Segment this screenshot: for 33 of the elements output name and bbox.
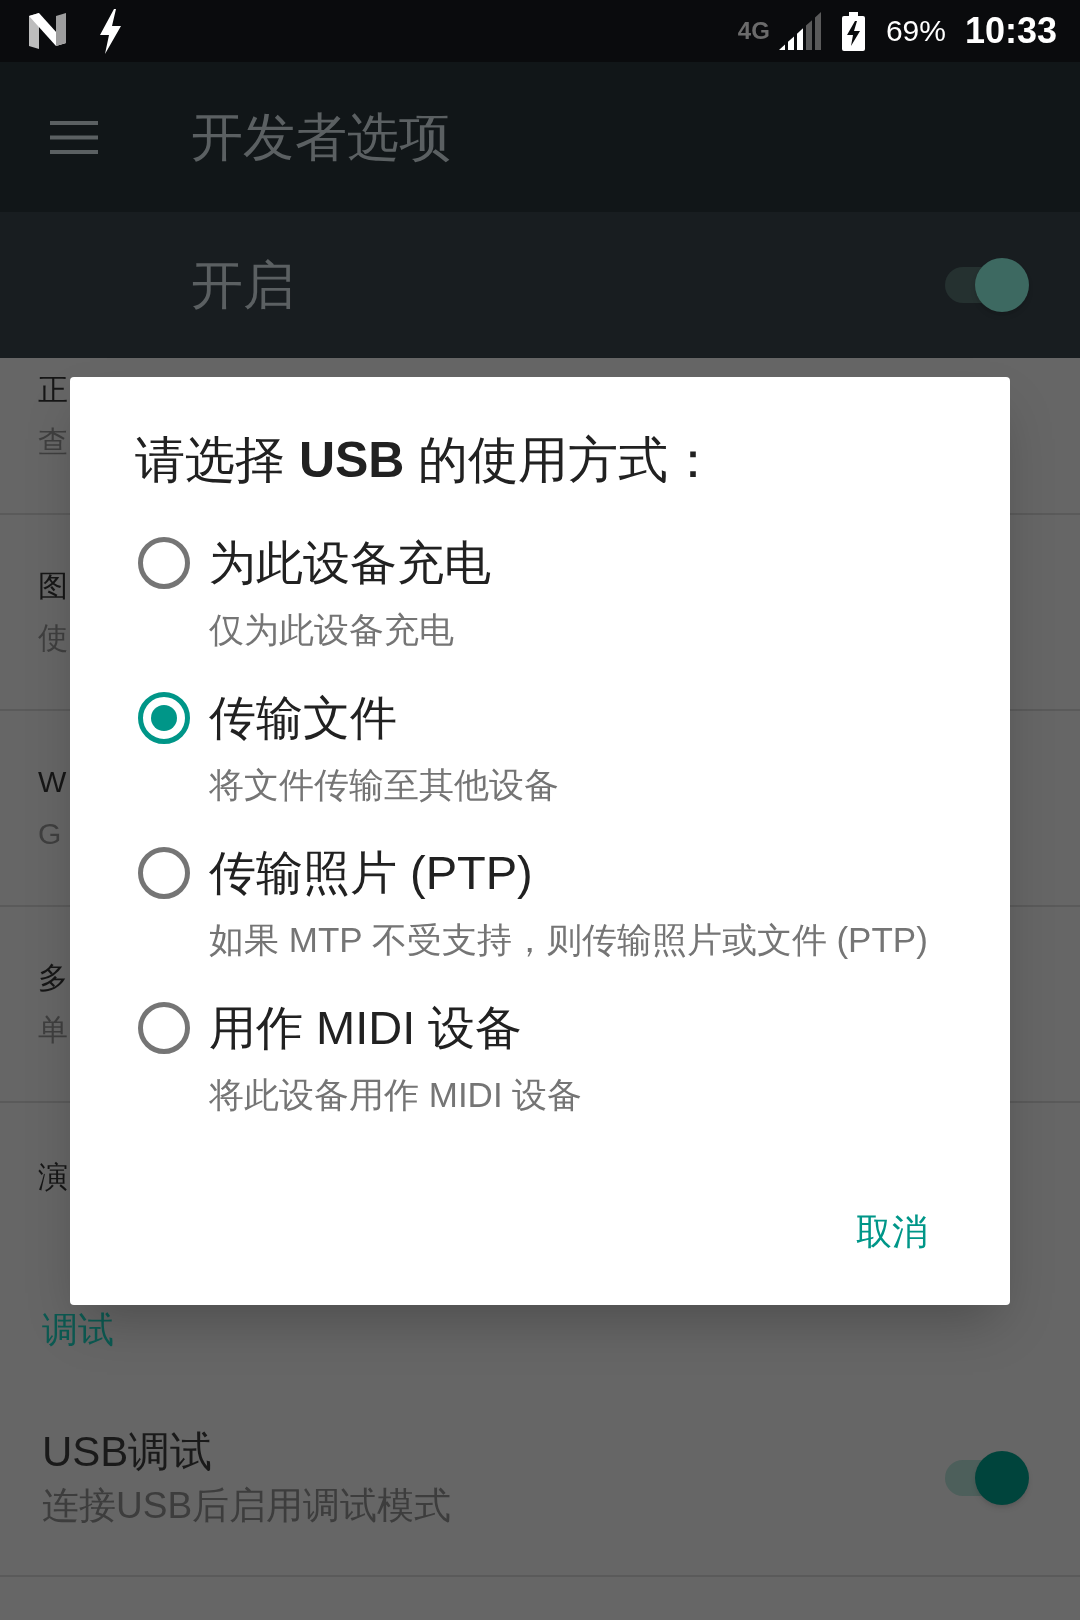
switch-label: 开启	[191, 255, 295, 316]
lightning-icon	[99, 8, 122, 54]
radio-button[interactable]	[138, 537, 190, 589]
network-type: 4G	[737, 19, 770, 43]
toggle-switch[interactable]	[945, 1451, 1029, 1505]
option-label: 传输照片 (PTP)	[209, 845, 533, 901]
radio-button[interactable]	[138, 692, 190, 744]
radio-button[interactable]	[138, 847, 190, 899]
setting-title: USB调试	[42, 1427, 213, 1477]
option-description: 仅为此设备充电	[209, 609, 454, 651]
category-header: 调试	[42, 1310, 114, 1350]
menu-icon[interactable]	[50, 120, 98, 154]
option-description: 如果 MTP 不受支持，则传输照片或文件 (PTP)	[209, 919, 928, 961]
cancel-button[interactable]: 取消	[840, 1188, 944, 1276]
signal-icon	[778, 12, 821, 50]
option-description: 将此设备用作 MIDI 设备	[209, 1074, 583, 1116]
radio-button[interactable]	[138, 1002, 190, 1054]
setting-title: 正	[38, 372, 68, 408]
setting-title: W	[38, 764, 67, 800]
battery-charging-icon	[841, 11, 865, 51]
dialog-title: 请选择 USB 的使用方式：	[135, 431, 719, 490]
setting-title: 图	[38, 568, 68, 604]
battery-percentage: 69%	[885, 13, 946, 49]
toggle-switch[interactable]	[945, 258, 1029, 312]
setting-title: 演	[38, 1158, 68, 1195]
option-label: 用作 MIDI 设备	[209, 1000, 523, 1056]
n-logo-icon	[29, 13, 66, 49]
option-label: 为此设备充电	[209, 535, 491, 591]
option-description: 将文件传输至其他设备	[209, 764, 559, 806]
setting-title: 多	[38, 960, 68, 996]
option-label: 传输文件	[209, 690, 397, 746]
clock-time: 10:33	[964, 11, 1057, 51]
toolbar-title: 开发者选项	[191, 107, 451, 168]
